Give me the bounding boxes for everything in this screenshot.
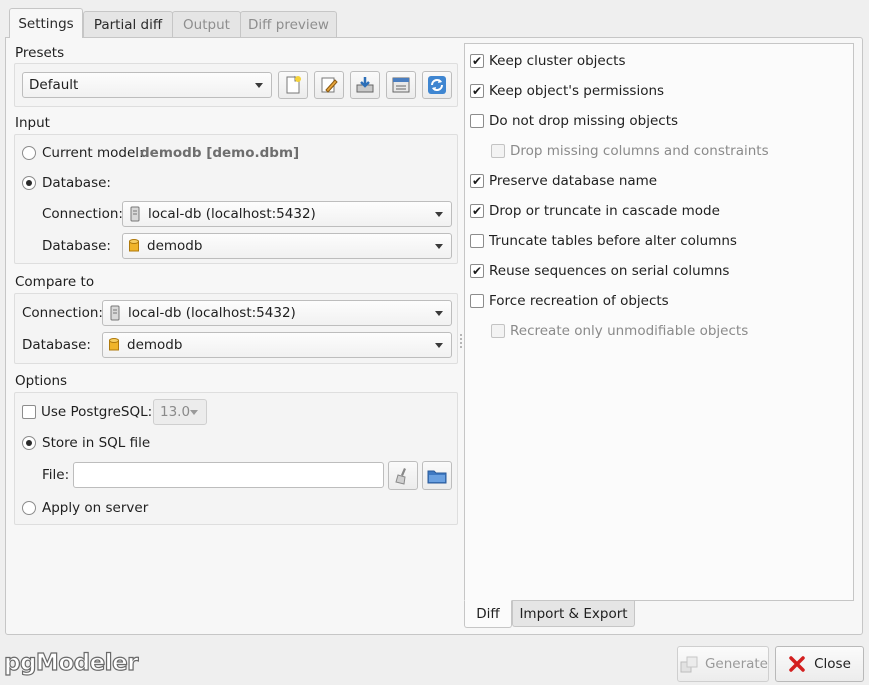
presets-combo[interactable]: Default bbox=[22, 72, 272, 98]
database-icon bbox=[129, 239, 139, 252]
tab-output[interactable]: Output bbox=[172, 11, 241, 37]
chevron-down-icon bbox=[435, 212, 443, 217]
apply-server-label: Apply on server bbox=[42, 500, 149, 516]
diff-option-label: Keep cluster objects bbox=[489, 53, 626, 69]
diff-option-checkbox[interactable]: ✔ bbox=[470, 264, 484, 278]
presets-selected: Default bbox=[29, 77, 79, 93]
diff-option-label: Reuse sequences on serial columns bbox=[489, 263, 730, 279]
chevron-down-icon bbox=[435, 343, 443, 348]
presets-title: Presets bbox=[15, 45, 65, 61]
close-label: Close bbox=[814, 656, 851, 672]
chevron-down-icon bbox=[255, 83, 263, 88]
generate-icon bbox=[680, 656, 698, 673]
server-icon bbox=[110, 305, 120, 321]
new-document-icon bbox=[286, 75, 301, 94]
diff-option-checkbox[interactable] bbox=[491, 324, 505, 338]
server-icon bbox=[130, 206, 140, 222]
diff-option-label: Truncate tables before alter columns bbox=[489, 233, 737, 249]
diff-option-label: Drop or truncate in cascade mode bbox=[489, 203, 720, 219]
tab-settings[interactable]: Settings bbox=[9, 8, 83, 38]
input-connection-value: local-db (localhost:5432) bbox=[148, 206, 316, 222]
input-database-radio-label: Database: bbox=[42, 175, 111, 191]
input-connection-combo[interactable]: local-db (localhost:5432) bbox=[122, 201, 452, 227]
save-preset-button[interactable] bbox=[350, 71, 380, 99]
input-connection-label: Connection: bbox=[42, 206, 123, 222]
input-database-radio[interactable] bbox=[22, 176, 36, 190]
remove-icon bbox=[392, 77, 410, 93]
tab-diff[interactable]: Diff bbox=[464, 600, 512, 628]
broom-icon bbox=[395, 467, 406, 485]
new-preset-button[interactable] bbox=[278, 71, 308, 99]
compare-connection-label: Connection: bbox=[22, 305, 103, 321]
pg-version-value: 13.0 bbox=[160, 404, 191, 420]
folder-icon bbox=[427, 470, 447, 483]
diff-option-checkbox[interactable] bbox=[470, 114, 484, 128]
options-title: Options bbox=[15, 373, 68, 389]
diff-option-label: Force recreation of objects bbox=[489, 293, 669, 309]
chevron-down-icon bbox=[190, 410, 198, 415]
chevron-down-icon bbox=[435, 311, 443, 316]
file-label: File: bbox=[42, 467, 70, 483]
input-database-value: demodb bbox=[147, 238, 203, 254]
diff-option-checkbox[interactable]: ✔ bbox=[470, 174, 484, 188]
current-model-value: demodb [demo.dbm] bbox=[140, 145, 300, 161]
compare-title: Compare to bbox=[15, 274, 95, 290]
compare-connection-combo[interactable]: local-db (localhost:5432) bbox=[102, 300, 452, 326]
refresh-presets-button[interactable] bbox=[422, 71, 452, 99]
generate-button[interactable]: Generate bbox=[677, 646, 769, 682]
diff-option-checkbox[interactable] bbox=[470, 234, 484, 248]
diff-option-checkbox[interactable]: ✔ bbox=[470, 204, 484, 218]
compare-database-value: demodb bbox=[127, 337, 183, 353]
use-postgresql-checkbox[interactable] bbox=[22, 405, 36, 419]
apply-server-radio[interactable] bbox=[22, 501, 36, 515]
refresh-icon bbox=[428, 76, 446, 94]
diff-option-label: Recreate only unmodifiable objects bbox=[510, 323, 749, 339]
store-sql-radio[interactable] bbox=[22, 436, 36, 450]
generate-label: Generate bbox=[704, 656, 768, 672]
browse-file-button[interactable] bbox=[422, 461, 452, 490]
diff-option-checkbox[interactable]: ✔ bbox=[470, 84, 484, 98]
diff-option-checkbox[interactable] bbox=[491, 144, 505, 158]
edit-icon bbox=[321, 77, 338, 93]
delete-preset-button[interactable] bbox=[386, 71, 416, 99]
tab-partial-diff[interactable]: Partial diff bbox=[83, 11, 173, 37]
compare-database-label: Database: bbox=[22, 337, 91, 353]
close-icon bbox=[789, 656, 805, 672]
tab-import-export[interactable]: Import & Export bbox=[512, 601, 635, 627]
edit-preset-button[interactable] bbox=[314, 71, 344, 99]
diff-option-label: Preserve database name bbox=[489, 173, 658, 189]
pg-version-combo[interactable]: 13.0 bbox=[153, 399, 207, 425]
file-input[interactable] bbox=[73, 462, 384, 488]
splitter-handle[interactable] bbox=[460, 334, 463, 348]
input-database-combo[interactable]: demodb bbox=[122, 233, 452, 259]
compare-database-combo[interactable]: demodb bbox=[102, 332, 452, 358]
diff-option-label: Do not drop missing objects bbox=[489, 113, 679, 129]
close-button[interactable]: Close bbox=[775, 646, 864, 682]
save-icon bbox=[356, 77, 374, 93]
current-model-radio[interactable] bbox=[22, 146, 36, 160]
diff-option-checkbox[interactable] bbox=[470, 294, 484, 308]
store-sql-label: Store in SQL file bbox=[42, 435, 151, 451]
tab-diff-preview[interactable]: Diff preview bbox=[240, 11, 337, 37]
use-postgresql-label: Use PostgreSQL: bbox=[41, 404, 153, 420]
input-database-label: Database: bbox=[42, 238, 111, 254]
diff-option-checkbox[interactable]: ✔ bbox=[470, 54, 484, 68]
pgmodeler-logo: pgModeler bbox=[3, 649, 139, 676]
chevron-down-icon bbox=[435, 244, 443, 249]
input-title: Input bbox=[15, 115, 50, 131]
database-icon bbox=[109, 338, 119, 351]
diff-option-label: Keep object's permissions bbox=[489, 83, 665, 99]
compare-connection-value: local-db (localhost:5432) bbox=[128, 305, 296, 321]
diff-option-label: Drop missing columns and constraints bbox=[510, 143, 769, 159]
clear-file-button[interactable] bbox=[388, 461, 418, 490]
current-model-label: Current model: bbox=[42, 145, 144, 161]
